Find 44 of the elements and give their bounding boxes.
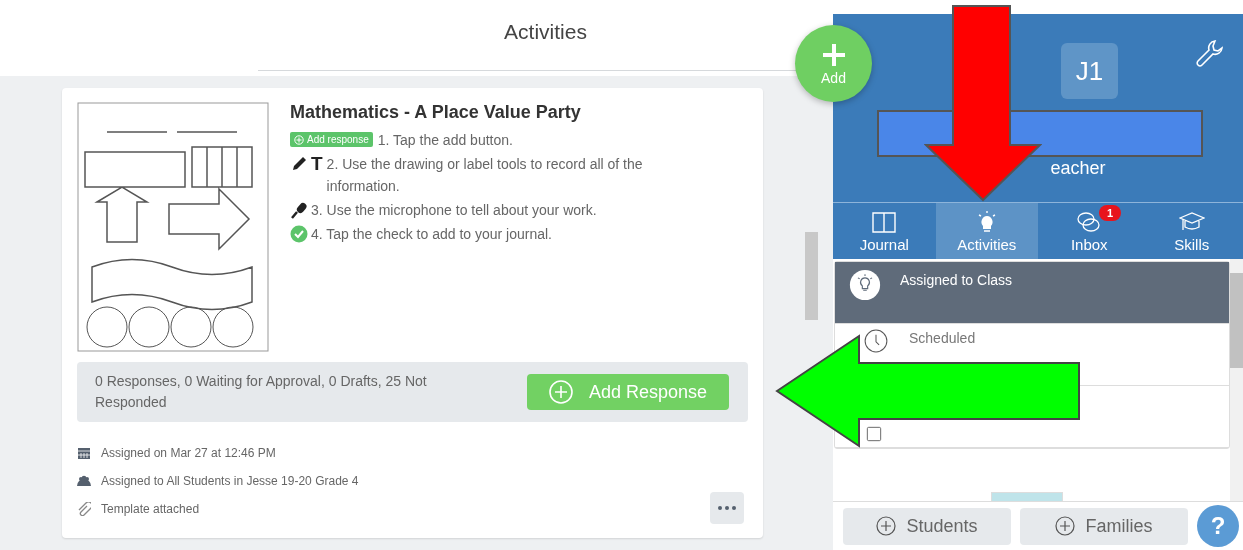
add-response-badge: Add response [290, 132, 373, 147]
instruction-text: 3. Use the microphone to tell about your work. [311, 201, 598, 220]
people-icon [77, 473, 91, 488]
instruction-text: 1. Tap the add button. [377, 131, 514, 150]
list-item-label: Assigned to Class [900, 271, 1013, 290]
nav-tab[interactable]: Journal [833, 203, 936, 259]
plus-icon [820, 41, 847, 68]
calendar-icon [77, 445, 91, 460]
text-tool-icon: T [311, 153, 323, 175]
assignment-info: Assigned to All Students in Jesse 19-20 Grade 4 [101, 473, 359, 488]
help-button[interactable]: ? [1197, 505, 1239, 547]
plus-circle-icon [876, 516, 897, 536]
check-circle-icon [290, 225, 308, 243]
clock-icon [862, 327, 890, 355]
assignment-info: Assigned on Mar 27 at 12:46 PM [101, 445, 276, 460]
lightbulb-icon [849, 269, 881, 301]
response-summary-text: 0 Responses, 0 Waiting for Approval, 0 Drafts, 25 Not Responded [95, 372, 428, 412]
paperclip-icon [77, 501, 91, 516]
plus-circle-icon [548, 380, 573, 404]
role-label: eacher [1050, 158, 1106, 179]
pencil-icon [290, 155, 308, 173]
scrollbar[interactable] [1230, 259, 1243, 501]
nav-tab[interactable]: Inbox 1 [1038, 203, 1141, 259]
nav-tab[interactable]: Activities [935, 203, 1038, 259]
activity-title: Mathematics - A Place Value Party [290, 102, 582, 123]
assignment-info: Template attached [101, 501, 200, 516]
settings-icon[interactable] [1195, 38, 1225, 68]
ellipsis-icon [718, 506, 736, 510]
instruction-text: 4. Tap the check to add to your journal. [311, 225, 553, 244]
book-icon [871, 209, 898, 234]
microphone-icon [290, 201, 308, 219]
chat-bubbles-icon [1076, 209, 1103, 234]
add-people-button[interactable]: Families [1020, 507, 1188, 545]
plus-circle-icon [1055, 516, 1076, 536]
avatar: J1 [1061, 43, 1118, 99]
notification-badge: 1 [1099, 205, 1122, 221]
list-item[interactable]: Scheduled [862, 327, 976, 355]
list-item-label: Scheduled [909, 329, 976, 348]
more-options-button[interactable] [710, 492, 744, 524]
add-people-button[interactable]: Students [843, 507, 1011, 545]
page-title: Activities [504, 20, 587, 45]
instruction-text: 2. Use the drawing or label tools to record all of the information. [326, 155, 644, 196]
plus-circle-icon [294, 134, 304, 145]
nav-tab[interactable]: Skills [1140, 203, 1243, 259]
